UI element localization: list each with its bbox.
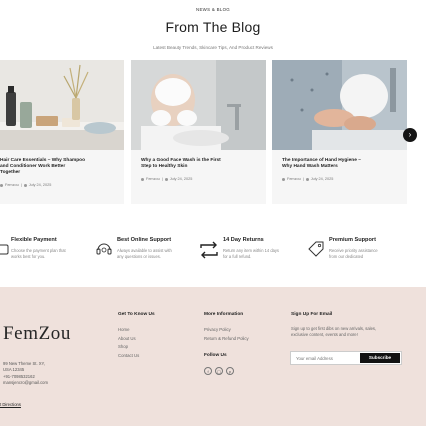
blog-card-title[interactable]: Hair Care Essentials – Why Shampoo and C… xyxy=(0,158,122,176)
feature-desc: Always available to assist with any ques… xyxy=(117,248,172,260)
calendar-icon xyxy=(164,177,168,181)
feature-title: Flexible Payment xyxy=(11,237,57,243)
follow-us-heading: Follow Us xyxy=(204,353,227,358)
feature-title: Premium Support xyxy=(329,237,376,243)
blog-card-image[interactable] xyxy=(0,60,124,150)
feature-online-support: Best Online Support Always available to … xyxy=(95,237,195,267)
blog-card-date: July 24, 2025 xyxy=(28,183,52,187)
feature-title: 14 Day Returns xyxy=(223,237,264,243)
feature-title: Best Online Support xyxy=(117,237,172,243)
author-icon xyxy=(141,177,144,181)
footer-contact: 99 New Theme St. XY, USA 12345 +91-70985… xyxy=(3,361,48,385)
footer-link-home[interactable]: Home xyxy=(118,326,139,335)
calendar-icon xyxy=(23,183,27,187)
blog-card-date: July 24, 2025 xyxy=(310,177,334,181)
blog-card-author[interactable]: Femzou xyxy=(146,177,160,181)
blog-card[interactable]: Why a Good Face Wash is the First Step t… xyxy=(131,60,266,204)
blog-card-image[interactable] xyxy=(272,60,407,150)
carousel-next-button[interactable]: › xyxy=(403,128,417,142)
blog-card-author[interactable]: Femzou xyxy=(5,183,19,187)
social-links: f ◯ p xyxy=(204,367,234,375)
blog-card-meta: Femzou | July 24, 2025 xyxy=(141,177,192,181)
blog-card-title[interactable]: The Importance of Hand Hygiene – Why Han… xyxy=(282,158,402,170)
blog-card-meta: Femzou | July 24, 2025 xyxy=(282,177,333,181)
facebook-icon[interactable]: f xyxy=(204,367,212,375)
blog-card-date: July 24, 2025 xyxy=(169,177,193,181)
footer-links-more-info: Privacy Policy Return & Refund Policy xyxy=(204,326,249,343)
footer-link-shop[interactable]: Shop xyxy=(118,343,139,352)
blog-subtitle: Latest Beauty Trends, Skincare Tips, And… xyxy=(153,45,273,50)
blog-eyebrow: NEWS & BLOG xyxy=(195,7,231,12)
footer-col-heading: More Information xyxy=(204,312,244,317)
calendar-icon xyxy=(305,177,309,181)
footer-col-heading: Get To Know Us xyxy=(118,312,155,317)
return-arrows-icon xyxy=(200,241,218,259)
support-headset-icon xyxy=(96,243,112,255)
feature-premium-support: Premium Support Receive priority assista… xyxy=(307,237,411,267)
pinterest-icon[interactable]: p xyxy=(226,367,234,375)
blog-card[interactable]: The Importance of Hand Hygiene – Why Han… xyxy=(272,60,407,204)
payment-icon xyxy=(0,244,9,255)
instagram-icon[interactable]: ◯ xyxy=(215,367,223,375)
blog-card-title[interactable]: Why a Good Face Wash is the First Step t… xyxy=(141,158,261,170)
feature-desc: Return any item within 14 days for a ful… xyxy=(223,248,279,260)
feature-flexible-payment: Flexible Payment Choose the payment plan… xyxy=(0,237,92,267)
footer-link-refund[interactable]: Return & Refund Policy xyxy=(204,335,249,344)
author-icon xyxy=(0,183,3,187)
blog-card[interactable]: Hair Care Essentials – Why Shampoo and C… xyxy=(0,60,124,204)
feature-desc: Receive priority assistance from our ded… xyxy=(329,248,378,260)
author-icon xyxy=(282,177,285,181)
footer-links-know-us: Home About Us Shop Contact Us xyxy=(118,326,139,360)
footer: FemZou 99 New Theme St. XY, USA 12345 +9… xyxy=(0,287,426,426)
footer-link-about[interactable]: About Us xyxy=(118,335,139,344)
blog-card-meta: Femzou | July 24, 2025 xyxy=(0,183,51,187)
footer-link-privacy[interactable]: Privacy Policy xyxy=(204,326,249,335)
blog-card-author[interactable]: Femzou xyxy=(287,177,301,181)
signup-heading: Sign Up For Email xyxy=(291,312,333,317)
feature-14-day-returns: 14 Day Returns Return any item within 14… xyxy=(198,237,302,267)
signup-description: Sign up to get first dibs on new arrival… xyxy=(291,326,377,338)
directions-link[interactable]: t Directions xyxy=(0,402,21,407)
brand-logo[interactable]: FemZou xyxy=(3,323,71,345)
blog-title: From The Blog xyxy=(165,19,261,35)
chevron-right-icon: › xyxy=(408,130,412,139)
subscribe-button[interactable]: Subscribe xyxy=(360,353,400,363)
feature-desc: Choose the payment plan that works best … xyxy=(11,248,66,260)
tag-icon xyxy=(308,241,324,257)
blog-card-image[interactable] xyxy=(131,60,266,150)
footer-link-contact[interactable]: Contact Us xyxy=(118,352,139,361)
